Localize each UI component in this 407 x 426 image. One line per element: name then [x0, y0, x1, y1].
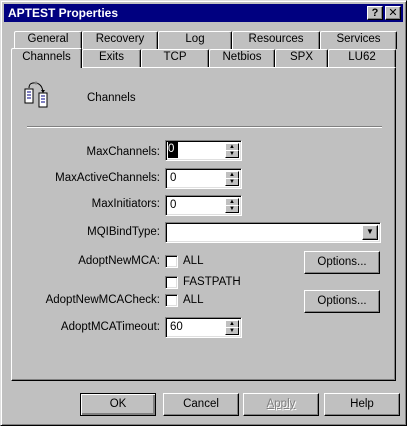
adopt-new-mca-all-checkbox[interactable] — [165, 255, 178, 268]
tab-channels[interactable]: Channels — [11, 48, 82, 68]
apply-button[interactable]: Apply — [243, 393, 319, 416]
tab-recovery[interactable]: Recovery — [82, 31, 158, 49]
max-active-channels-stepper[interactable]: 0 ▲ ▼ — [165, 168, 242, 189]
max-initiators-stepper[interactable]: 0 ▲ ▼ — [165, 195, 242, 216]
spin-down-button[interactable]: ▼ — [225, 327, 239, 335]
mqi-bind-type-label: MQIBindType: — [87, 226, 160, 238]
adopt-new-mca-all-label: ALL — [183, 255, 204, 267]
adopt-new-mca-label: AdoptNewMCA: — [78, 255, 160, 267]
adopt-new-mca-check-label: AdoptNewMCACheck: — [45, 294, 160, 306]
help-caption-button[interactable]: ? — [367, 6, 383, 20]
max-initiators-label: MaxInitiators: — [91, 198, 160, 210]
channels-icon — [22, 80, 52, 110]
channels-panel: Channels MaxChannels: 0 ▲ ▼ MaxActiveCha… — [11, 67, 396, 381]
tab-resources[interactable]: Resources — [232, 31, 320, 49]
max-channels-label: MaxChannels: — [86, 146, 160, 158]
tab-tcp[interactable]: TCP — [141, 49, 209, 67]
adopt-new-mca-check-options-button[interactable]: Options... — [304, 290, 380, 313]
max-channels-stepper[interactable]: 0 ▲ ▼ — [165, 140, 242, 161]
tab-netbios[interactable]: Netbios — [209, 49, 275, 67]
chevron-down-icon[interactable]: ▼ — [362, 225, 378, 240]
ok-button[interactable]: OK — [80, 393, 156, 416]
adopt-new-mca-check-all-checkbox[interactable] — [165, 294, 178, 307]
window-title: APTEST Properties — [8, 6, 119, 20]
adopt-new-mca-fastpath-label: FASTPATH — [183, 276, 241, 288]
tab-log[interactable]: Log — [158, 31, 232, 49]
max-active-channels-label: MaxActiveChannels: — [55, 172, 160, 184]
adopt-new-mca-fastpath-checkbox[interactable] — [165, 276, 178, 289]
divider — [27, 126, 382, 128]
spin-down-button[interactable]: ▼ — [225, 178, 239, 186]
max-initiators-value: 0 — [170, 199, 177, 211]
apply-button-label: Apply — [266, 398, 296, 410]
help-button[interactable]: Help — [324, 393, 400, 416]
close-button[interactable]: ✕ — [385, 6, 401, 20]
panel-heading: Channels — [87, 92, 136, 104]
adopt-new-mca-check-all-label: ALL — [183, 294, 204, 306]
tab-services[interactable]: Services — [320, 31, 397, 49]
adopt-mca-timeout-stepper[interactable]: 60 ▲ ▼ — [165, 317, 242, 338]
spin-down-button[interactable]: ▼ — [225, 205, 239, 213]
cancel-button-label: Cancel — [183, 398, 219, 410]
mqi-bind-type-select[interactable]: ▼ — [165, 222, 381, 243]
cancel-button[interactable]: Cancel — [163, 393, 239, 416]
text-selection: 0 — [168, 142, 178, 158]
adopt-mca-timeout-value: 60 — [170, 321, 183, 333]
adopt-new-mca-options-button[interactable]: Options... — [304, 251, 380, 274]
tab-general[interactable]: General — [14, 31, 82, 49]
tab-spx[interactable]: SPX — [275, 49, 328, 67]
spin-down-button[interactable]: ▼ — [225, 150, 239, 158]
tab-lu62[interactable]: LU62 — [328, 49, 396, 67]
adopt-mca-timeout-label: AdoptMCATimeout: — [60, 321, 160, 333]
ok-button-label: OK — [109, 398, 127, 410]
properties-dialog: APTEST Properties ? ✕ General Recovery L… — [0, 0, 407, 426]
help-button-label: Help — [350, 398, 374, 410]
max-active-channels-value: 0 — [170, 172, 177, 184]
title-bar[interactable]: APTEST Properties ? ✕ — [4, 4, 403, 22]
tab-exits[interactable]: Exits — [82, 49, 141, 67]
